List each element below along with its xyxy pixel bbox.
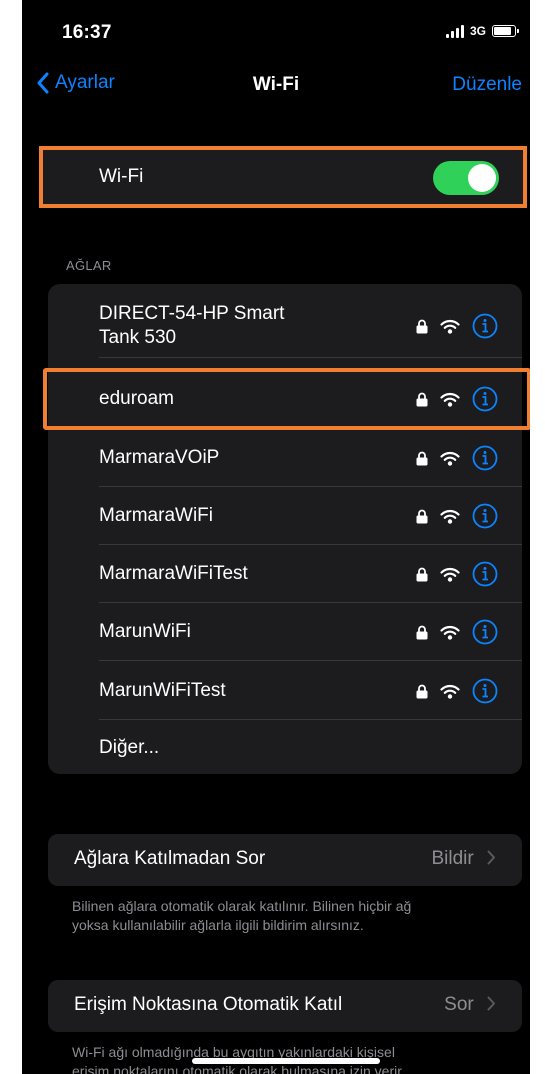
info-icon[interactable]	[472, 445, 498, 471]
chevron-right-icon	[487, 850, 495, 865]
network-row-direct-hp[interactable]: DIRECT-54-HP Smart Tank 530	[48, 284, 522, 358]
network-row-marmarawifi[interactable]: MarmaraWiFi	[48, 487, 522, 545]
info-icon[interactable]	[472, 313, 498, 339]
wifi-label: Wi-Fi	[99, 166, 144, 187]
info-icon[interactable]	[472, 503, 498, 529]
network-name: MarunWiFi	[99, 621, 191, 642]
status-indicators: 3G	[445, 24, 519, 38]
auto-join-hotspot-value: Sor	[444, 994, 496, 1016]
phone-screen: 16:37 3G Ayarlar Wi-Fi Düzenle Wi-Fi AĞL…	[22, 0, 530, 1074]
wifi-signal-icon	[440, 625, 460, 640]
lock-icon	[416, 319, 428, 333]
wifi-signal-icon	[440, 684, 460, 699]
networks-section-header: AĞLAR	[66, 258, 112, 273]
ask-to-join-footer-line1: Bilinen ağlara otomatik olarak katılınır…	[72, 898, 412, 914]
ask-to-join-row[interactable]: Ağlara Katılmadan Sor Bildir	[48, 834, 522, 886]
wifi-toggle[interactable]	[433, 161, 499, 195]
wifi-signal-icon	[440, 451, 460, 466]
ask-to-join-footer: Bilinen ağlara otomatik olarak katılınır…	[72, 897, 512, 935]
auto-join-hotspot-row[interactable]: Erişim Noktasına Otomatik Katıl Sor	[48, 980, 522, 1032]
network-type: 3G	[469, 24, 486, 38]
network-name: MarmaraVOiP	[99, 447, 220, 468]
lock-icon	[416, 684, 428, 698]
lock-icon	[416, 567, 428, 581]
chevron-right-icon	[487, 996, 495, 1011]
edit-button[interactable]: Düzenle	[452, 74, 522, 96]
info-icon[interactable]	[472, 619, 498, 645]
row-separator	[99, 660, 522, 661]
network-row-marmaravoip[interactable]: MarmaraVOiP	[48, 429, 522, 487]
wifi-toggle-row: Wi-Fi	[39, 146, 527, 208]
info-icon[interactable]	[472, 678, 498, 704]
network-row-marmarawifitest[interactable]: MarmaraWiFiTest	[48, 545, 522, 603]
network-name: Diğer...	[99, 737, 160, 758]
auto-join-hotspot-label: Erişim Noktasına Otomatik Katıl	[74, 994, 343, 1015]
ask-to-join-value: Bildir	[431, 848, 496, 870]
networks-list: DIRECT-54-HP Smart Tank 530 eduroam Marm…	[48, 284, 522, 774]
wifi-signal-icon	[440, 319, 460, 334]
battery-icon	[492, 25, 519, 37]
wifi-signal-icon	[440, 509, 460, 524]
ask-to-join-footer-line2: yoksa kullanılabilir ağlarla ilgili bild…	[72, 917, 364, 933]
info-icon[interactable]	[472, 561, 498, 587]
lock-icon	[416, 509, 428, 523]
lock-icon	[416, 625, 428, 639]
network-name: MarmaraWiFiTest	[99, 563, 248, 584]
toggle-knob	[468, 164, 496, 192]
network-name: MarmaraWiFi	[99, 505, 213, 526]
wifi-signal-icon	[440, 567, 460, 582]
network-row-marunwifi[interactable]: MarunWiFi	[48, 603, 522, 661]
row-separator	[99, 357, 522, 358]
cellular-signal-icon	[445, 24, 464, 38]
home-indicator[interactable]	[192, 1058, 380, 1064]
auto-join-hotspot-value-text: Sor	[444, 994, 474, 1015]
network-name: MarunWiFiTest	[99, 680, 226, 701]
network-name: DIRECT-54-HP Smart	[99, 303, 285, 324]
network-row-other[interactable]: Diğer...	[48, 720, 522, 778]
ask-to-join-value-text: Bildir	[431, 848, 474, 869]
highlight-box-eduroam	[43, 368, 530, 430]
lock-icon	[416, 451, 428, 465]
network-name-line2: Tank 530	[99, 327, 177, 348]
network-row-marunwifitest[interactable]: MarunWiFiTest	[48, 662, 522, 720]
ask-to-join-label: Ağlara Katılmadan Sor	[74, 848, 266, 869]
status-time: 16:37	[62, 22, 112, 43]
